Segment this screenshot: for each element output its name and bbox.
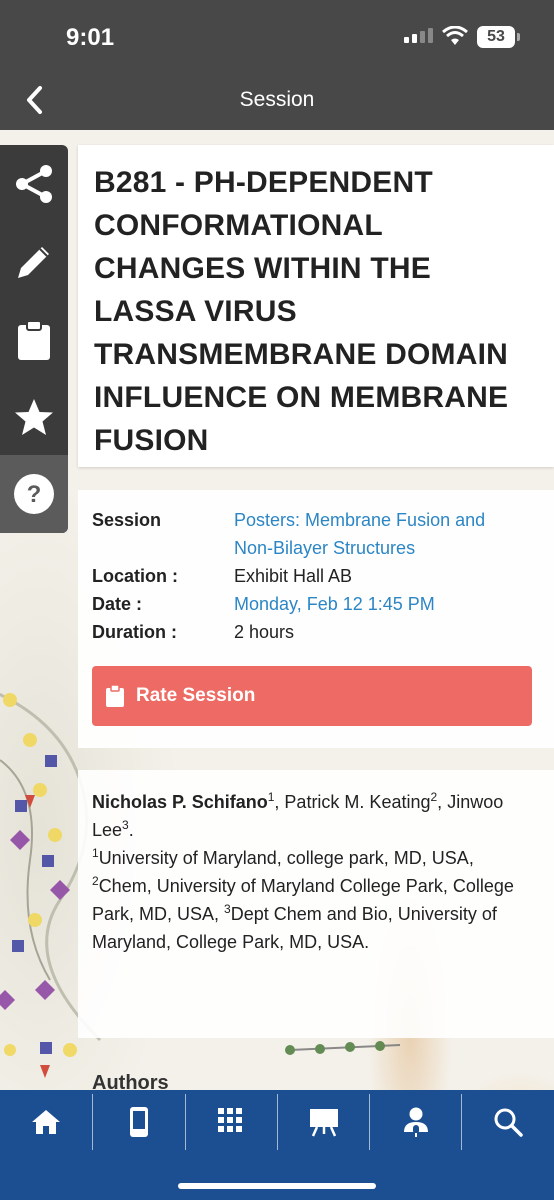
help-icon: ? — [14, 474, 54, 514]
session-details-card: Session Posters: Membrane Fusion and Non… — [78, 490, 554, 748]
clipboard-icon — [18, 320, 50, 360]
tab-schedule-grid[interactable] — [186, 1090, 278, 1154]
wifi-icon — [442, 26, 468, 45]
svg-text:?: ? — [27, 481, 42, 508]
rate-session-button[interactable]: Rate Session — [92, 666, 532, 726]
session-label: Session — [92, 510, 162, 530]
author-1: Nicholas P. Schifano — [92, 792, 268, 812]
affiliation-3-sup: 3 — [224, 902, 231, 916]
tab-speakers[interactable] — [370, 1090, 462, 1154]
pencil-icon — [18, 247, 49, 278]
date-label: Date : — [92, 594, 143, 614]
affiliation-2-sup: 2 — [92, 874, 99, 888]
share-icon — [16, 165, 52, 203]
duration-label: Duration : — [92, 622, 177, 642]
session-link-line2: Non-Bilayer Structures — [234, 538, 416, 558]
cell-signal-icon — [404, 28, 433, 43]
clipboard-icon — [106, 684, 124, 707]
help-button[interactable]: ? — [0, 455, 68, 533]
nav-header: Session — [0, 72, 554, 130]
share-button[interactable] — [0, 145, 68, 223]
session-title-card: B281 - PH-DEPENDENT CONFORMATIONAL CHANG… — [78, 145, 554, 467]
tab-mobile[interactable] — [93, 1090, 185, 1154]
notes-button[interactable] — [0, 223, 68, 301]
affiliation-1-sup: 1 — [92, 846, 99, 860]
session-title: B281 - PH-DEPENDENT CONFORMATIONAL CHANG… — [94, 166, 509, 457]
presentation-icon — [310, 1109, 338, 1137]
home-icon — [32, 1110, 60, 1134]
tab-presentations[interactable] — [278, 1090, 370, 1154]
tab-search[interactable] — [462, 1090, 554, 1154]
author-3-suffix: . — [128, 820, 134, 840]
rate-session-label: Rate Session — [136, 685, 256, 706]
battery-icon: 53 — [477, 26, 520, 48]
survey-button[interactable] — [0, 301, 68, 379]
duration-value: 2 hours — [234, 622, 295, 642]
affiliation-1: University of Maryland, college park, MD… — [98, 848, 474, 868]
phone-icon — [130, 1107, 148, 1137]
location-label: Location : — [92, 566, 178, 586]
favorite-button[interactable] — [0, 379, 68, 457]
status-bar: 9:01 53 — [0, 0, 554, 72]
location-value: Exhibit Hall AB — [234, 566, 353, 586]
clock: 9:01 — [66, 24, 115, 51]
session-link-line1: Posters: Membrane Fusion and — [234, 510, 486, 530]
author-2: , Patrick M. Keating — [274, 792, 431, 812]
author-3-prefix: , — [437, 792, 443, 812]
session-link[interactable]: Posters: Membrane Fusion and Non-Bilayer… — [234, 506, 544, 562]
home-indicator[interactable] — [178, 1183, 376, 1189]
search-icon — [494, 1108, 523, 1137]
star-icon — [15, 399, 53, 435]
date-link[interactable]: Monday, Feb 12 1:45 PM — [234, 590, 544, 618]
page-title: Session — [239, 88, 315, 111]
action-rail: ? — [0, 145, 68, 533]
authors-card: Nicholas P. Schifano 1 , Patrick M. Keatin… — [78, 770, 554, 1038]
grid-icon — [218, 1108, 242, 1132]
tab-home[interactable] — [0, 1090, 92, 1154]
speaker-icon — [404, 1107, 428, 1137]
author-3-sup: 3 — [122, 818, 129, 832]
